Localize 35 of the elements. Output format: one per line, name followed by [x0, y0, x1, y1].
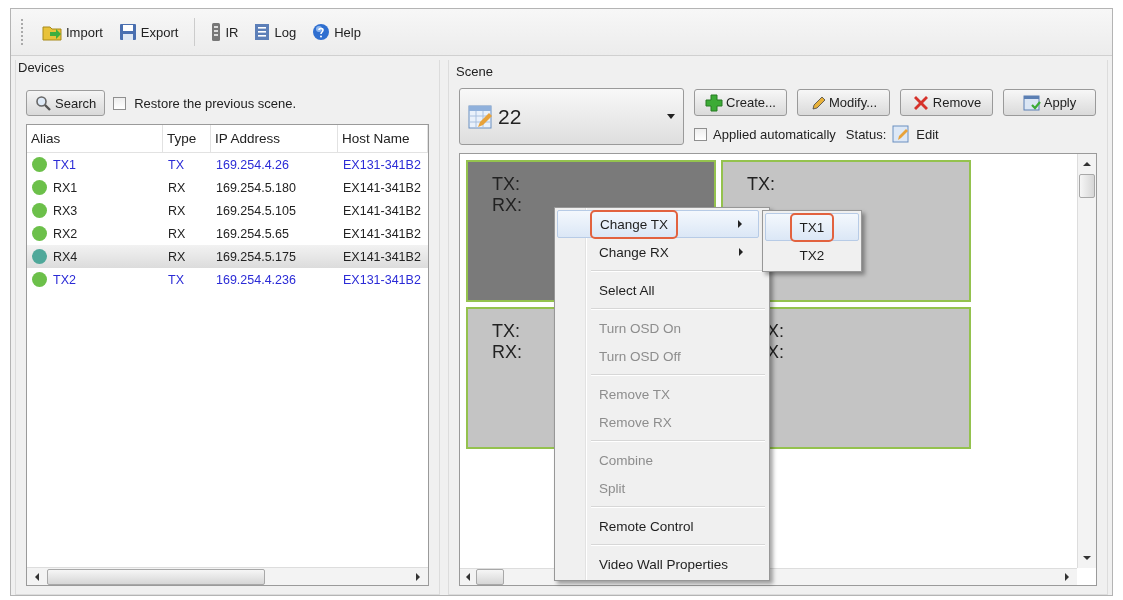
panel-title: Scene: [456, 63, 494, 81]
tile-label: TX:: [747, 174, 775, 195]
table-cell: RX: [168, 249, 186, 264]
table-cell: TX2: [53, 272, 76, 287]
tile-label: RX:: [492, 342, 522, 363]
table-cell: RX4: [53, 249, 78, 264]
table-cell: EX141-341B2: [343, 203, 421, 218]
table-cell: EX141-341B2: [343, 249, 421, 264]
table-cell: 169.254.5.180: [216, 180, 296, 195]
table-cell: RX1: [53, 180, 78, 195]
table-cell: RX: [168, 180, 186, 195]
tile-label: TX:: [492, 321, 520, 342]
table-cell: TX1: [53, 157, 76, 172]
table-cell: RX3: [53, 203, 78, 218]
table-cell: RX2: [53, 226, 78, 241]
checkbox-label: Applied automatically: [713, 126, 836, 142]
table-cell: EX131-341B2: [343, 272, 421, 287]
table-cell: EX141-341B2: [343, 226, 421, 241]
tile-label: RX:: [492, 195, 522, 216]
status-value: Edit: [916, 126, 939, 142]
status-label: Status:: [845, 126, 887, 142]
table-cell: 169.254.5.65: [216, 226, 289, 241]
panel-title: Devices: [18, 60, 66, 77]
table-cell: 169.254.4.26: [216, 157, 289, 172]
table-cell: EX131-341B2: [343, 157, 421, 172]
tile-label: TX:: [492, 174, 520, 195]
table-cell: RX: [168, 203, 186, 218]
table-cell: EX141-341B2: [343, 180, 421, 195]
table-cell: TX: [168, 272, 184, 287]
table-cell: 169.254.4.236: [216, 272, 296, 287]
table-cell: TX: [168, 157, 184, 172]
table-cell: RX: [168, 226, 186, 241]
table-cell: 169.254.5.105: [216, 203, 296, 218]
checkbox-label: Restore the previous scene.: [134, 95, 297, 111]
table-cell: 169.254.5.175: [216, 249, 296, 264]
